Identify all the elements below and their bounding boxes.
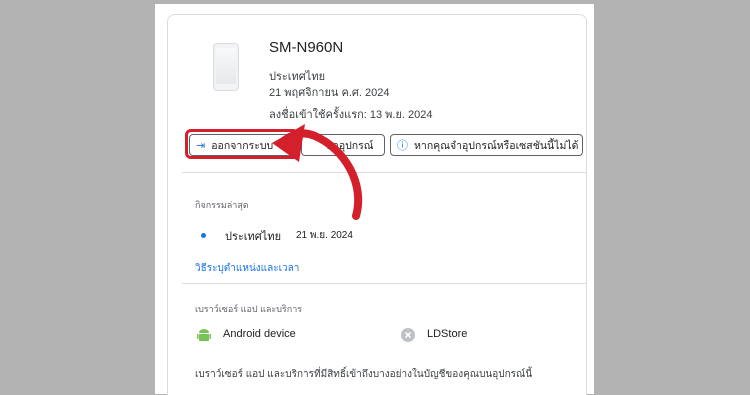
page: SM-N960N ประเทศไทย 21 พฤศจิกายน ค.ศ. 202… [155, 4, 594, 395]
red-arrow-icon [272, 124, 363, 220]
